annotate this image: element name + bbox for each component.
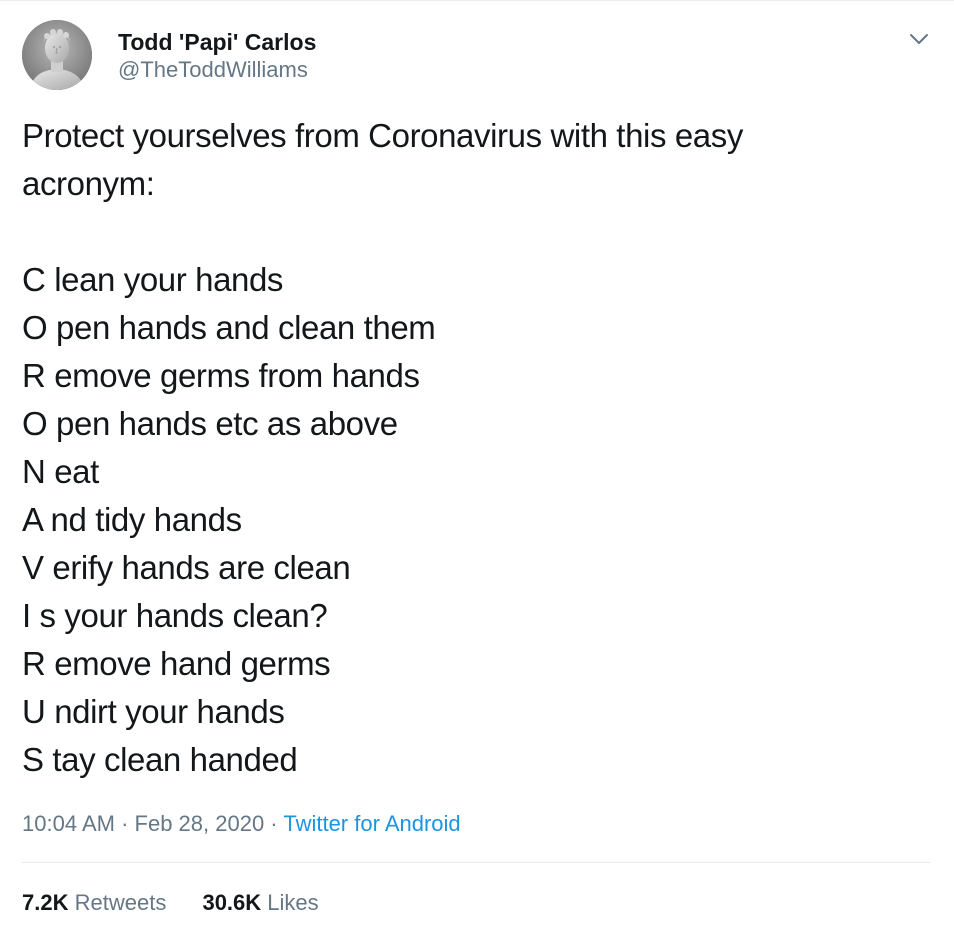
statue-bust-icon [22,20,92,90]
retweets-count: 7.2K [22,890,69,915]
likes-stat[interactable]: 30.6K Likes [202,888,318,918]
acronym-line: I s your hands clean? [22,597,328,634]
tweet-stats: 7.2K Retweets 30.6K Likes [22,888,349,918]
avatar[interactable] [22,20,92,90]
tweet-source-link[interactable]: Twitter for Android [283,811,460,836]
tweet-time[interactable]: 10:04 AM [22,811,115,836]
retweets-stat[interactable]: 7.2K Retweets [22,888,166,918]
tweet-header: Todd 'Papi' Carlos @TheToddWilliams [22,20,932,90]
top-border [0,0,954,1]
retweets-label: Retweets [74,890,167,915]
likes-label: Likes [267,890,319,915]
tweet-line: Protect yourselves from Coronavirus with… [22,117,743,154]
acronym-line: S tay clean handed [22,741,298,778]
tweet-line: acronym: [22,165,155,202]
acronym-line: U ndirt your hands [22,693,285,730]
divider [22,862,930,863]
acronym-line: R emove germs from hands [22,357,420,394]
acronym-line: A nd tidy hands [22,501,242,538]
tweet-text: Protect yourselves from Coronavirus with… [22,112,922,784]
likes-count: 30.6K [202,890,262,915]
tweet-date[interactable]: Feb 28, 2020 [135,811,265,836]
acronym-line: O pen hands and clean them [22,309,436,346]
chevron-down-icon[interactable] [906,26,932,52]
user-handle[interactable]: @TheToddWilliams [118,56,316,84]
author-block[interactable]: Todd 'Papi' Carlos @TheToddWilliams [118,28,316,84]
meta-separator: · [114,811,135,836]
acronym-line: N eat [22,453,99,490]
acronym-line: C lean your hands [22,261,284,298]
tweet-meta: 10:04 AM · Feb 28, 2020 · Twitter for An… [22,809,461,839]
acronym-line: O pen hands etc as above [22,405,398,442]
acronym-line: R emove hand germs [22,645,331,682]
meta-separator: · [264,811,284,836]
display-name[interactable]: Todd 'Papi' Carlos [118,28,316,56]
acronym-line: V erify hands are clean [22,549,351,586]
